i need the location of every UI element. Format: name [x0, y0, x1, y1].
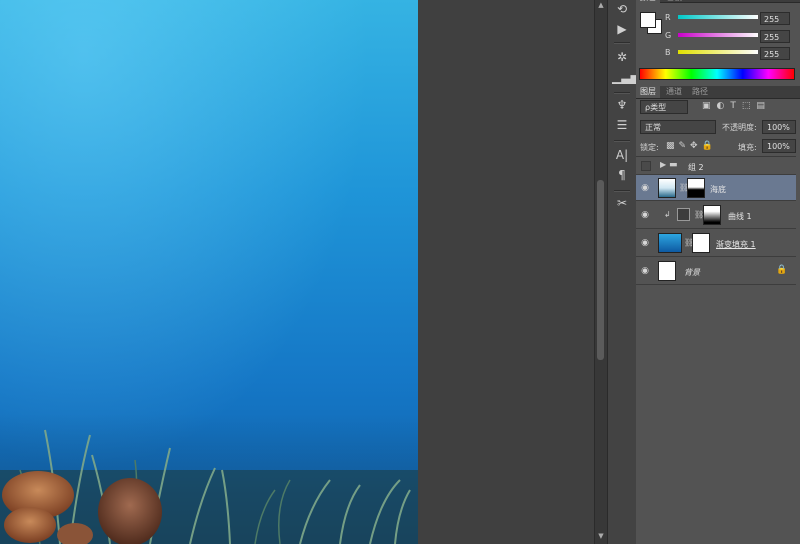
- tab-color[interactable]: 颜色: [636, 0, 660, 4]
- layer-name[interactable]: 背景: [684, 267, 700, 278]
- layer-row-image[interactable]: ◉ ⛓ 海底: [636, 175, 796, 201]
- tab-channels[interactable]: 通道: [662, 86, 686, 98]
- history-icon[interactable]: ⟲: [612, 0, 632, 18]
- layers-panel-tabs: 图层 通道 路径: [636, 86, 800, 99]
- eye-icon[interactable]: ◉: [640, 183, 650, 193]
- blue-channel-label: B: [665, 48, 671, 57]
- expand-arrow-icon[interactable]: ▶: [660, 160, 666, 169]
- scrollbar-thumb[interactable]: [597, 180, 604, 360]
- panel-dock: 颜色 色板 R 255 G 255 B 255 图层 通道 路径 ρ类型 ▣◐T…: [636, 0, 800, 544]
- tool-presets-icon[interactable]: ✂: [612, 194, 632, 212]
- layer-name[interactable]: 曲线 1: [728, 211, 752, 222]
- brush-icon[interactable]: ♆: [612, 96, 632, 114]
- layer-row-group[interactable]: ▶ ▬ 组 2: [636, 157, 796, 175]
- pasteboard: [418, 0, 594, 544]
- canvas-scrollbar[interactable]: ▲ ▼: [594, 0, 607, 544]
- layer-mask-thumbnail[interactable]: [687, 178, 705, 198]
- document-canvas[interactable]: [0, 0, 418, 544]
- opacity-label: 不透明度:: [722, 123, 757, 132]
- green-slider[interactable]: [678, 33, 758, 37]
- character-icon[interactable]: A|: [612, 146, 632, 164]
- divider: [614, 42, 630, 44]
- layer-row-background[interactable]: ◉ 背景 🔒: [636, 257, 796, 285]
- histogram-icon[interactable]: ▁▃▅: [612, 68, 640, 86]
- tab-swatches[interactable]: 色板: [662, 0, 686, 4]
- layer-name[interactable]: 海底: [710, 184, 726, 195]
- tab-paths[interactable]: 路径: [688, 86, 712, 98]
- layer-filter-select[interactable]: ρ类型: [640, 100, 688, 114]
- blue-value[interactable]: 255: [760, 47, 790, 60]
- panel-icon-strip: ⟲ ▶ ✲ ▁▃▅ ♆ ☰ A| ¶ ✂: [607, 0, 640, 544]
- eye-icon[interactable]: ◉: [640, 210, 650, 220]
- coral-reef-illustration: [0, 429, 418, 544]
- color-panel-tabs: 颜色 色板: [636, 0, 800, 4]
- eye-icon[interactable]: ◉: [640, 266, 650, 276]
- red-slider[interactable]: [678, 15, 758, 19]
- settings-icon[interactable]: ✲: [612, 48, 632, 66]
- layer-thumbnail: [658, 261, 676, 281]
- curves-adjustment-icon: [677, 208, 690, 221]
- layer-mask-thumbnail[interactable]: [703, 205, 721, 225]
- blue-slider[interactable]: [678, 50, 758, 54]
- layer-name[interactable]: 渐变填充 1: [716, 239, 756, 250]
- eye-icon[interactable]: ◉: [640, 238, 650, 248]
- lock-icon: 🔒: [776, 265, 788, 275]
- blend-mode-select[interactable]: 正常: [640, 120, 716, 134]
- divider: [614, 190, 630, 192]
- layer-name[interactable]: 组 2: [688, 162, 704, 173]
- green-value[interactable]: 255: [760, 30, 790, 43]
- scroll-down-icon[interactable]: ▼: [595, 532, 607, 540]
- gradient-fill-thumbnail: [658, 233, 682, 253]
- opacity-input[interactable]: 100%: [762, 120, 796, 134]
- layer-row-fill[interactable]: ◉ ⛓ 渐变填充 1: [636, 229, 796, 257]
- play-icon[interactable]: ▶: [612, 20, 632, 38]
- red-value[interactable]: 255: [760, 12, 790, 25]
- layer-filter-icons[interactable]: ▣◐T⬚▤: [702, 101, 771, 111]
- clip-arrow-icon: ↲: [664, 210, 671, 219]
- layer-mask-thumbnail[interactable]: [692, 233, 710, 253]
- fill-label: 填充:: [738, 143, 757, 152]
- red-channel-label: R: [665, 13, 671, 22]
- color-spectrum-bar[interactable]: [639, 68, 795, 80]
- divider: [614, 140, 630, 142]
- lock-icons[interactable]: ▩✎✥🔒: [666, 141, 717, 151]
- folder-icon: ▬: [669, 160, 678, 170]
- green-channel-label: G: [665, 31, 672, 40]
- layer-thumbnail: [658, 178, 676, 198]
- divider: [614, 92, 630, 94]
- fill-input[interactable]: 100%: [762, 139, 796, 153]
- paragraph-icon[interactable]: ¶: [612, 166, 632, 184]
- adjustment-icon[interactable]: ☰: [612, 116, 632, 134]
- scroll-up-icon[interactable]: ▲: [595, 1, 607, 9]
- layer-row-adjustment[interactable]: ◉ ↲ ⛓ 曲线 1: [636, 201, 796, 229]
- lock-label: 锁定:: [640, 143, 659, 152]
- foreground-color-swatch[interactable]: [640, 12, 656, 28]
- visibility-toggle[interactable]: [641, 161, 651, 171]
- tab-layers[interactable]: 图层: [636, 86, 660, 98]
- layer-list: ▶ ▬ 组 2 ◉ ⛓ 海底 ◉ ↲ ⛓ 曲线 1 ◉ ⛓ 渐变填充 1 ◉ 背…: [636, 156, 796, 287]
